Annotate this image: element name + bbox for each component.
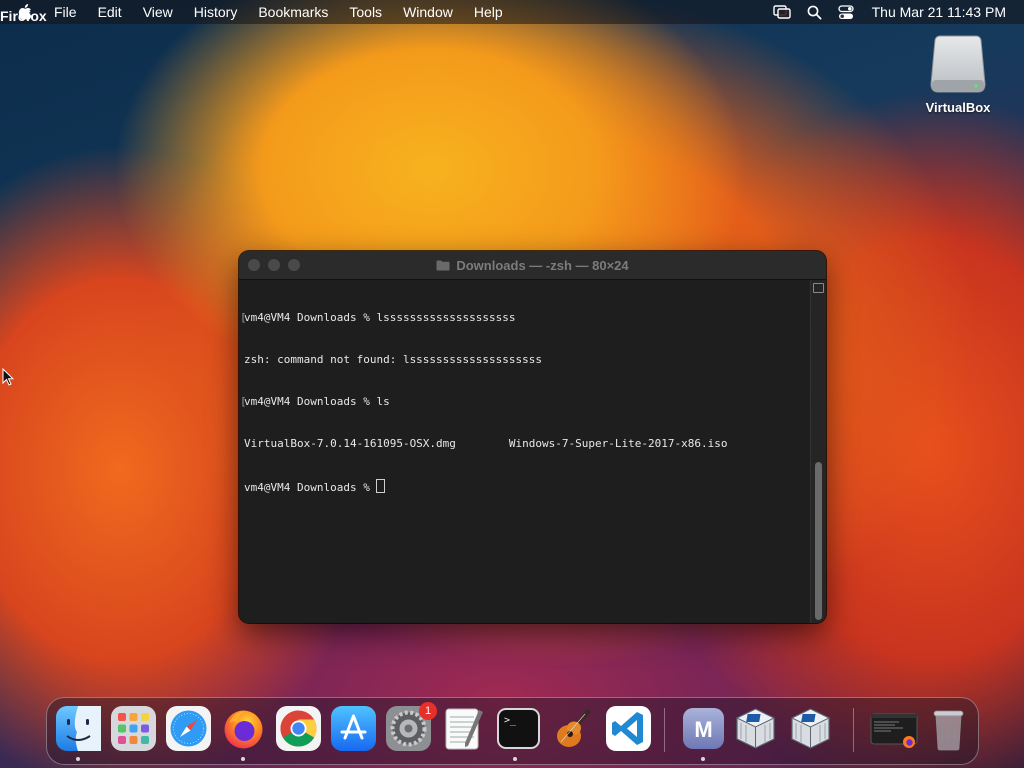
menu-window[interactable]: Window — [403, 4, 453, 20]
running-indicator — [76, 757, 80, 761]
dock: 1 >_ M — [46, 697, 979, 765]
menu-help[interactable]: Help — [474, 4, 503, 20]
desktop-icon-virtualbox[interactable]: VirtualBox — [918, 34, 998, 115]
dock-launchpad[interactable] — [111, 706, 156, 751]
split-pane-icon[interactable] — [813, 283, 824, 293]
dock-mail-m[interactable]: M — [681, 706, 726, 751]
notification-badge: 1 — [419, 702, 437, 720]
terminal-title: Downloads — -zsh — 80×24 — [239, 251, 826, 279]
menu-history[interactable]: History — [194, 4, 238, 20]
chrome-icon — [276, 706, 321, 751]
terminal-line: vm4@VM4 Downloads % lsssssssssssssssssss… — [244, 311, 516, 324]
dock-minimized-window[interactable] — [869, 706, 919, 751]
svg-text:>_: >_ — [504, 715, 517, 726]
terminal-titlebar[interactable]: Downloads — -zsh — 80×24 — [239, 251, 826, 280]
text-cursor — [376, 479, 386, 493]
dock-garageband[interactable] — [551, 706, 596, 751]
garageband-icon — [557, 709, 591, 747]
screen-mirroring-icon[interactable] — [772, 5, 791, 19]
menu-edit[interactable]: Edit — [98, 4, 122, 20]
dock-app-store[interactable] — [331, 706, 376, 751]
finder-icon — [56, 706, 101, 751]
menu-bar: Firefox File Edit View History Bookmarks… — [0, 0, 1024, 24]
safari-icon — [166, 706, 211, 751]
external-disk-icon — [930, 34, 986, 94]
dock-trash[interactable] — [926, 706, 971, 751]
terminal-line: VirtualBox-7.0.14-161095-OSX.dmg Windows… — [244, 437, 728, 450]
terminal-prompt: vm4@VM4 Downloads % — [244, 481, 377, 494]
vscode-icon — [606, 706, 651, 751]
terminal-window-icon — [870, 713, 918, 748]
dock-terminal[interactable]: >_ — [496, 706, 541, 751]
launchpad-icon — [111, 706, 156, 751]
terminal-line: vm4@VM4 Downloads % ls — [244, 395, 390, 408]
svg-text:M: M — [694, 717, 712, 742]
desktop-icon-label: VirtualBox — [925, 100, 991, 115]
firefox-icon — [224, 710, 263, 749]
virtualbox-icon — [735, 708, 776, 749]
terminal-line: zsh: command not found: lsssssssssssssss… — [244, 353, 543, 366]
dock-safari[interactable] — [166, 706, 211, 751]
terminal-scrollbar[interactable] — [810, 280, 826, 623]
running-indicator — [241, 757, 245, 761]
app-store-icon — [331, 706, 376, 751]
terminal-icon: >_ — [497, 708, 540, 749]
menu-clock[interactable]: Thu Mar 21 11:43 PM — [872, 4, 1006, 20]
dock-firefox[interactable] — [221, 706, 266, 751]
scrollbar-thumb[interactable] — [815, 462, 822, 620]
dock-separator — [664, 708, 665, 752]
menu-view[interactable]: View — [143, 4, 173, 20]
menu-tools[interactable]: Tools — [349, 4, 382, 20]
spotlight-search-icon[interactable] — [807, 5, 822, 20]
trash-icon — [933, 710, 964, 751]
textedit-icon — [445, 708, 483, 750]
terminal-title-text: Downloads — -zsh — 80×24 — [456, 257, 629, 273]
control-center-icon[interactable] — [837, 4, 854, 20]
dock-separator — [853, 708, 854, 752]
terminal-window[interactable]: Downloads — -zsh — 80×24 [vm4@VM4 Downlo… — [239, 251, 826, 623]
dock-chrome[interactable] — [276, 706, 321, 751]
folder-icon — [436, 260, 450, 270]
mail-m-icon: M — [683, 708, 724, 749]
mouse-pointer-icon — [2, 368, 14, 386]
running-indicator — [513, 757, 517, 761]
dock-vscode[interactable] — [606, 706, 651, 751]
menu-bookmarks[interactable]: Bookmarks — [258, 4, 328, 20]
running-indicator — [701, 757, 705, 761]
terminal-output[interactable]: [vm4@VM4 Downloads % lssssssssssssssssss… — [239, 280, 815, 623]
dock-system-preferences[interactable]: 1 — [386, 702, 437, 751]
dock-virtualbox[interactable] — [788, 706, 833, 751]
dock-finder[interactable] — [56, 706, 101, 751]
menu-app-name[interactable]: Firefox — [0, 8, 47, 53]
virtualbox-icon — [790, 708, 831, 749]
menu-file[interactable]: File — [54, 4, 77, 20]
dock-textedit[interactable] — [441, 706, 486, 751]
dock-virtualbox[interactable] — [733, 706, 778, 751]
